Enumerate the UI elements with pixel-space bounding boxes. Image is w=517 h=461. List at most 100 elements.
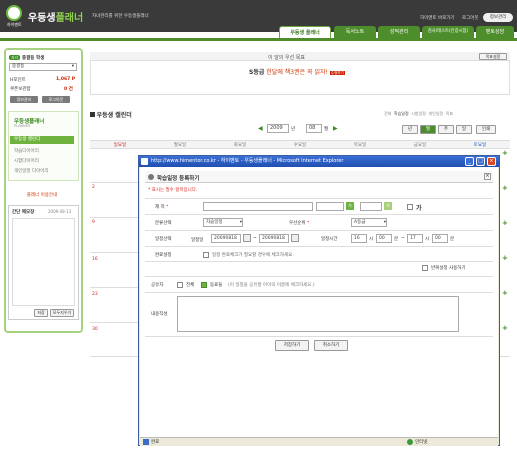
goal-edit-badge[interactable]: 수정하기: [329, 71, 345, 75]
add-event-icon[interactable]: +: [502, 324, 508, 332]
date-cell[interactable]: 16: [92, 257, 98, 262]
goal-grade: S등급: [249, 69, 265, 76]
memo-textarea[interactable]: [12, 218, 75, 306]
popup-titlebar[interactable]: http://www.himentor.co.kr - 하이멘토 - 우등생플래…: [139, 156, 499, 167]
tab-planner[interactable]: 우등생 플래너: [279, 26, 331, 38]
legend-study[interactable]: 학습일정: [394, 111, 409, 116]
date-cell[interactable]: 23: [92, 292, 98, 297]
add-event-icon[interactable]: +: [502, 184, 508, 192]
calendar-title-wrap: 우등생 캘린더: [90, 110, 132, 119]
time-end-hour-select[interactable]: 17: [407, 234, 423, 243]
tab-mentor[interactable]: 멘토상담: [476, 26, 514, 38]
view-year-button[interactable]: 년: [402, 125, 418, 134]
required-note: * 표시는 필수 항목입니다.: [148, 188, 198, 193]
view-day-button[interactable]: 일: [456, 125, 472, 134]
form-divider: [145, 276, 493, 277]
save-button[interactable]: 저장하기: [275, 340, 309, 351]
priority-select[interactable]: A등급 ▾: [351, 218, 387, 227]
close-icon[interactable]: ×: [487, 157, 496, 166]
date-tilde: ~: [253, 236, 257, 241]
legend-goal[interactable]: 목표: [446, 111, 453, 116]
add-event-icon[interactable]: +: [502, 149, 508, 157]
popup-close-icon[interactable]: ×: [484, 173, 491, 180]
time-end-min-select[interactable]: 00: [432, 234, 448, 243]
add-event-icon[interactable]: +: [502, 254, 508, 262]
chevron-down-icon: ▾: [239, 220, 242, 225]
sidebar-item-calendar[interactable]: 우등생 캘린더: [10, 136, 74, 144]
time-tilde: ~: [401, 236, 405, 241]
content-label: 내용작성: [151, 312, 168, 317]
logo-icon[interactable]: [6, 5, 22, 21]
form-divider: [145, 292, 493, 293]
top-link-logout[interactable]: 로그아웃: [462, 15, 479, 21]
sidebar-logout-button[interactable]: 로그아웃: [42, 96, 70, 103]
view-week-button[interactable]: 주: [438, 125, 454, 134]
tab-grades[interactable]: 성적관리: [378, 26, 420, 38]
complete-label: 완료설정: [155, 253, 172, 258]
child-select-value: 중결등: [12, 64, 25, 69]
time-start-min-select[interactable]: 00: [376, 234, 392, 243]
legend-exam[interactable]: 시험일정: [411, 111, 426, 116]
date-cell[interactable]: 2: [92, 185, 95, 190]
legend-personal[interactable]: 개인일정: [428, 111, 443, 116]
sidebar-item-study-diary[interactable]: 학습다이어리: [14, 148, 39, 154]
set-goal-button[interactable]: 목표설정: [479, 53, 507, 60]
memo-save-button[interactable]: 저장: [34, 309, 48, 317]
category-value: 자습일정: [206, 220, 223, 225]
month-select[interactable]: 08: [306, 124, 322, 133]
title-input[interactable]: [203, 202, 313, 211]
priority-value: A등급: [354, 220, 366, 225]
sidebar-info-button[interactable]: 정보관리: [10, 96, 38, 103]
form-divider: [145, 261, 493, 262]
share-all-checkbox[interactable]: [177, 282, 183, 288]
globe-icon: [407, 439, 413, 445]
year-select[interactable]: 2009: [267, 124, 289, 133]
bold-checkbox[interactable]: [407, 204, 413, 210]
hour-unit: 시: [425, 237, 430, 242]
time-start-hour-select[interactable]: 16: [351, 234, 367, 243]
time-start-min-value: 00: [379, 236, 385, 241]
min-unit: 분: [394, 237, 399, 242]
top-link-himentor[interactable]: 하이멘토 바로가기: [420, 15, 455, 21]
legend-all[interactable]: 전체: [384, 111, 391, 116]
child-select[interactable]: 중결등 ▾: [9, 63, 77, 71]
title-color-input[interactable]: [316, 202, 344, 211]
text-color-button[interactable]: 가: [346, 202, 354, 210]
bg-color-button[interactable]: 가: [384, 202, 392, 210]
content-textarea[interactable]: [177, 296, 459, 332]
planner-guide-link[interactable]: 플래너 이용안내: [10, 192, 74, 198]
date-cell[interactable]: 9: [92, 220, 95, 225]
popup-heading: 학습일정 등록하기: [157, 176, 200, 182]
share-friends-checkbox[interactable]: [201, 282, 207, 288]
minimize-icon[interactable]: _: [465, 157, 474, 166]
category-select[interactable]: 자습일정 ▾: [203, 218, 243, 227]
add-event-icon[interactable]: +: [502, 289, 508, 297]
complete-checkbox[interactable]: [203, 252, 209, 258]
tab-reading-note[interactable]: 독서노트: [334, 26, 376, 38]
sidebar-item-exam-diary[interactable]: 시험다이어리: [14, 158, 39, 164]
maximize-icon[interactable]: □: [476, 157, 485, 166]
memo-clear-button[interactable]: 모두지우기: [50, 309, 74, 317]
prev-month-icon[interactable]: ◀: [258, 125, 263, 132]
print-button[interactable]: 인쇄: [476, 125, 496, 134]
view-month-button[interactable]: 월: [420, 125, 436, 134]
cancel-button[interactable]: 취소하기: [314, 340, 348, 351]
time-end-min-value: 00: [435, 236, 441, 241]
sidebar-item-personal-diary[interactable]: 개인일정 다이어리: [14, 168, 49, 174]
bg-color-input[interactable]: [360, 202, 382, 211]
add-event-icon[interactable]: +: [502, 219, 508, 227]
date-cell[interactable]: 30: [92, 327, 98, 332]
date-label: 일정선택: [155, 237, 172, 242]
date-start-input[interactable]: 20090818: [211, 234, 241, 243]
calendar-icon[interactable]: [243, 234, 251, 242]
date-start-value: 20090818: [214, 236, 237, 241]
logo-text: 하이멘토: [7, 22, 22, 27]
repeat-checkbox[interactable]: [422, 265, 428, 271]
calendar-icon[interactable]: [291, 234, 299, 242]
goal-text: S등급 한달에 책3권은 꼭 읽자! 수정하기: [249, 67, 345, 76]
info-manage-button[interactable]: 정보관리: [483, 13, 513, 22]
tab-tests[interactable]: 검사/테스트(인증시험): [422, 26, 474, 38]
next-month-icon[interactable]: ▶: [333, 125, 338, 132]
day-sun: 일요일: [113, 143, 127, 148]
date-end-input[interactable]: 20090818: [259, 234, 289, 243]
